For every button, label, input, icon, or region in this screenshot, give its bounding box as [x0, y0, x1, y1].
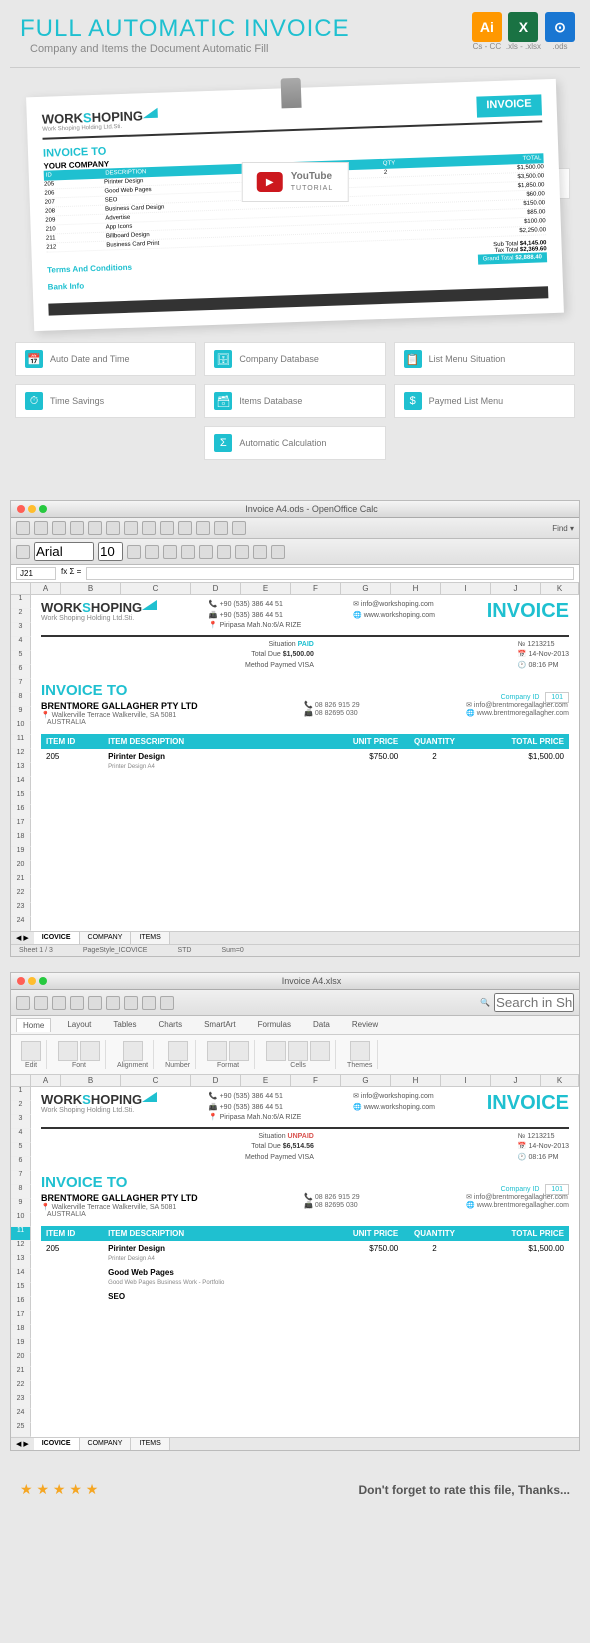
- sheet-tab-items[interactable]: ITEMS: [131, 932, 169, 944]
- tab-data[interactable]: Data: [307, 1018, 336, 1032]
- window-titlebar: Invoice A4.ods - OpenOffice Calc: [11, 501, 579, 518]
- feature-auto-calc: ΣAutomatic Calculation: [204, 426, 385, 460]
- sheet-content[interactable]: WORKSHOPING Work Shoping Holding Ltd.Sti…: [31, 1087, 579, 1437]
- row-headers[interactable]: 123456789101112131415161718192021222324: [11, 595, 31, 931]
- database-icon: 🗄: [214, 350, 232, 368]
- table-row[interactable]: 205Pirinter DesignPrinter Design A4$750.…: [41, 1241, 569, 1265]
- format-ai: AiCs - CC: [472, 12, 502, 51]
- format-icons: AiCs - CC X.xls - .xlsx ⊙.ods: [472, 12, 575, 51]
- ribbon-tabs[interactable]: Home Layout Tables Charts SmartArt Formu…: [11, 1016, 579, 1035]
- quick-access-toolbar[interactable]: 🔍: [11, 990, 579, 1016]
- paper-mockup: WORKSHOPING Work Shoping Holding Ltd.Sti…: [26, 79, 564, 331]
- youtube-tutorial-badge[interactable]: ▶ YouTubeTUTORIAL: [242, 162, 349, 202]
- database-icon: 🗃: [214, 392, 232, 410]
- table-row[interactable]: SEO: [41, 1289, 569, 1304]
- invoice-mockup: 📄A4 and Letter Size WORKSHOPING Work Sho…: [0, 68, 590, 332]
- format-xlsx: X.xls - .xlsx: [506, 12, 541, 51]
- sheet-tab-company[interactable]: COMPANY: [80, 1438, 132, 1450]
- format-ods: ⊙.ods: [545, 12, 575, 51]
- logo-triangle-icon: [142, 1092, 157, 1102]
- rate-text: Don't forget to rate this file, Thanks..…: [358, 1483, 570, 1497]
- close-icon[interactable]: [17, 977, 25, 985]
- tab-layout[interactable]: Layout: [61, 1018, 97, 1032]
- hero-section: FULL AUTOMATIC INVOICE Company and Items…: [0, 0, 590, 485]
- openoffice-screenshot: Invoice A4.ods - OpenOffice Calc Find ▾ …: [10, 500, 580, 957]
- status-bar: Sheet 1 / 3PageStyle_ICOVICESTDSum=0: [11, 944, 579, 956]
- paperclip-icon: [281, 78, 302, 109]
- search-input[interactable]: [494, 993, 574, 1012]
- feature-grid: 📅Auto Date and Time ⏱Time Savings 🗄Compa…: [0, 332, 590, 475]
- window-titlebar: Invoice A4.xlsx: [11, 973, 579, 990]
- sheet-tab-items[interactable]: ITEMS: [131, 1438, 169, 1450]
- tab-tables[interactable]: Tables: [107, 1018, 142, 1032]
- youtube-icon: ▶: [257, 172, 283, 192]
- table-row[interactable]: Good Web PagesGood Web Pages Business Wo…: [41, 1265, 569, 1289]
- row-headers[interactable]: 1234567891011121314151617181920212223242…: [11, 1087, 31, 1437]
- maximize-icon[interactable]: [39, 505, 47, 513]
- feature-paymed: $Paymed List Menu: [394, 384, 575, 418]
- toolbar-format[interactable]: [11, 539, 579, 565]
- invoice-badge: INVOICE: [476, 94, 542, 117]
- feature-time-savings: ⏱Time Savings: [15, 384, 196, 418]
- ribbon-body[interactable]: Edit Font Alignment Number Format Cells …: [11, 1035, 579, 1075]
- tab-charts[interactable]: Charts: [153, 1018, 189, 1032]
- sheet-tabs[interactable]: ◀ ▶ ICOVICE COMPANY ITEMS: [11, 1437, 579, 1450]
- font-select[interactable]: [34, 542, 94, 561]
- sheet-tabs[interactable]: ◀ ▶ ICOVICE COMPANY ITEMS: [11, 931, 579, 944]
- stopwatch-icon: ⏱: [25, 392, 43, 410]
- tab-review[interactable]: Review: [346, 1018, 384, 1032]
- sheet-tab-icovice[interactable]: ICOVICE: [34, 1438, 80, 1450]
- rating-stars[interactable]: ★ ★ ★ ★ ★: [20, 1481, 98, 1498]
- tab-formulas[interactable]: Formulas: [252, 1018, 297, 1032]
- feature-items-db: 🗃Items Database: [204, 384, 385, 418]
- calendar-icon: 📅: [25, 350, 43, 368]
- dollar-icon: $: [404, 392, 422, 410]
- tab-smartart[interactable]: SmartArt: [198, 1018, 242, 1032]
- column-headers[interactable]: ABCDEFGHIJK: [11, 1075, 579, 1087]
- sheet-content[interactable]: WORKSHOPING Work Shoping Holding Ltd.Sti…: [31, 595, 579, 931]
- minimize-icon[interactable]: [28, 505, 36, 513]
- cell-name-box[interactable]: [16, 567, 56, 580]
- clipboard-icon: 📋: [404, 350, 422, 368]
- footer: ★ ★ ★ ★ ★ Don't forget to rate this file…: [0, 1466, 590, 1513]
- feature-auto-date: 📅Auto Date and Time: [15, 342, 196, 376]
- table-header: ITEM IDITEM DESCRIPTIONUNIT PRICEQUANTIT…: [41, 1226, 569, 1241]
- sheet-tab-company[interactable]: COMPANY: [80, 932, 132, 944]
- table-row[interactable]: 205Pirinter DesignPrinter Design A4$750.…: [41, 749, 569, 773]
- excel-screenshot: Invoice A4.xlsx 🔍 Home Layout Tables Cha…: [10, 972, 580, 1451]
- logo-triangle-icon: [142, 600, 157, 610]
- toolbar-main[interactable]: Find ▾: [11, 518, 579, 539]
- sheet-tab-icovice[interactable]: ICOVICE: [34, 932, 80, 944]
- cell-reference-bar[interactable]: fx Σ =: [11, 565, 579, 583]
- feature-company-db: 🗄Company Database: [204, 342, 385, 376]
- feature-list-menu: 📋List Menu Situation: [394, 342, 575, 376]
- minimize-icon[interactable]: [28, 977, 36, 985]
- logo-triangle-icon: [143, 108, 158, 119]
- maximize-icon[interactable]: [39, 977, 47, 985]
- close-icon[interactable]: [17, 505, 25, 513]
- table-header: ITEM IDITEM DESCRIPTIONUNIT PRICEQUANTIT…: [41, 734, 569, 749]
- tab-home[interactable]: Home: [16, 1018, 51, 1032]
- sigma-icon: Σ: [214, 434, 232, 452]
- fontsize-select[interactable]: [98, 542, 123, 561]
- column-headers[interactable]: ABCDEFGHIJK: [11, 583, 579, 595]
